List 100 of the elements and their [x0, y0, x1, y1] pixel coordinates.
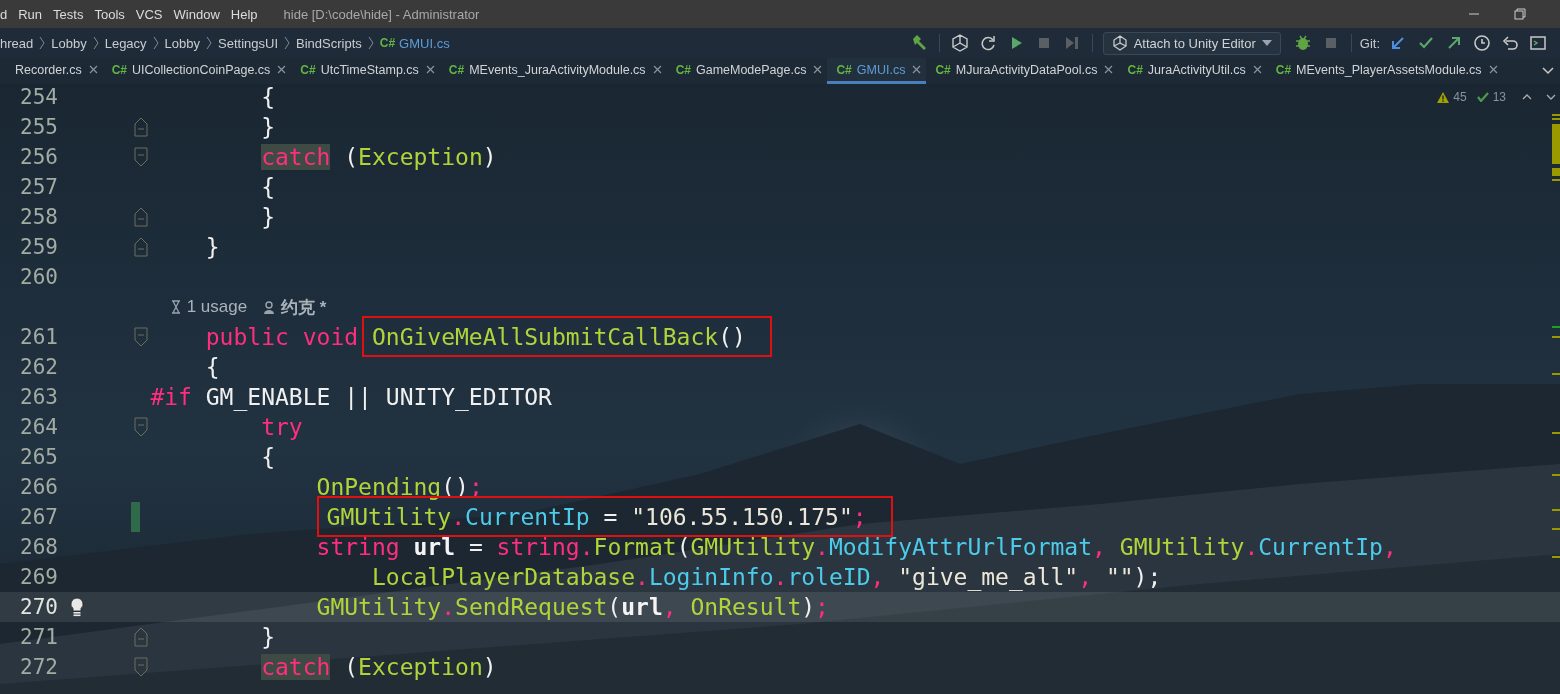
breadcrumb-item[interactable]: hread [0, 35, 40, 51]
warning-icon[interactable] [1437, 91, 1450, 103]
caret-icon [1261, 40, 1272, 46]
line-number: 261 [19, 325, 58, 349]
chevron-down-icon[interactable] [1542, 67, 1554, 75]
window-icon[interactable] [1529, 34, 1547, 52]
warning-count: 45 [1453, 90, 1467, 104]
close-icon[interactable] [277, 65, 287, 74]
code-line: { [261, 444, 275, 470]
file-tab[interactable]: C# MEvents_JuraActivityModule.cs [439, 58, 667, 84]
line-number: 266 [19, 475, 58, 499]
unity-icon[interactable] [950, 34, 969, 52]
breadcrumb-item[interactable]: BindScripts [290, 35, 368, 51]
chevron-icon [367, 36, 374, 50]
close-icon[interactable] [425, 65, 435, 74]
code-line: { [261, 84, 275, 110]
fold-icon[interactable] [134, 237, 148, 257]
line-number: 256 [19, 145, 58, 169]
code-line: } [261, 204, 275, 230]
chevron-up-icon[interactable] [1522, 94, 1532, 100]
checkmark-icon[interactable] [1476, 92, 1489, 102]
attach-dropdown[interactable]: Attach to Unity Editor [1102, 31, 1281, 55]
file-tab[interactable]: C# MJuraActivityDataPool.cs [926, 58, 1119, 84]
file-tab[interactable]: C# UICollectionCoinPage.cs [102, 58, 292, 84]
bug-icon[interactable] [1293, 34, 1312, 52]
line-number: 260 [19, 265, 58, 289]
file-tab[interactable]: C# MEvents_PlayerAssetsModule.cs [1266, 58, 1503, 84]
breadcrumb-item[interactable]: Legacy [98, 35, 153, 51]
fold-icon[interactable] [134, 327, 148, 347]
close-icon[interactable] [1104, 65, 1114, 74]
fold-icon[interactable] [134, 117, 148, 137]
clock-icon[interactable] [1473, 34, 1491, 52]
code-line: LocalPlayerDatabase.LoginInfo.roleID, "give_me_all", ""); [371, 564, 1162, 590]
menu-item[interactable]: d [0, 6, 14, 22]
chevron-icon [284, 36, 290, 50]
usage-hint[interactable]: 1 usage [186, 297, 248, 317]
line-number: 254 [19, 85, 58, 109]
fold-icon[interactable] [134, 657, 148, 677]
breadcrumb-item[interactable]: SettingsUI [212, 35, 284, 51]
fold-icon[interactable] [134, 147, 148, 167]
restore-icon[interactable] [1514, 8, 1526, 20]
menu-item[interactable]: Help [225, 6, 264, 22]
menu-item[interactable]: Window [168, 6, 226, 22]
chevron-down-icon[interactable] [1546, 94, 1556, 100]
menu-item[interactable]: Tools [89, 6, 131, 22]
code-line: catch (Exception) [261, 144, 497, 170]
passed-count: 13 [1492, 90, 1506, 104]
code-line: } [205, 234, 220, 260]
hourglass-icon [170, 300, 181, 314]
line-number: 268 [19, 535, 58, 559]
fold-icon[interactable] [134, 207, 148, 227]
code-line: } [261, 624, 275, 650]
chevron-icon [206, 36, 212, 50]
close-icon[interactable] [1252, 65, 1262, 74]
author-hint[interactable]: 约克 * [281, 295, 327, 319]
close-icon[interactable] [88, 65, 98, 74]
breadcrumb-item[interactable]: C# GMUI.cs [373, 35, 456, 51]
close-icon[interactable] [1488, 65, 1498, 74]
code-line: public void [205, 324, 360, 350]
arrow-down-left-icon[interactable] [1389, 34, 1407, 52]
breadcrumb-item[interactable]: Lobby [158, 35, 206, 51]
menu-item[interactable]: Tests [48, 6, 90, 22]
line-number: 264 [19, 415, 58, 439]
menu-item[interactable]: VCS [130, 6, 169, 22]
lightbulb-icon[interactable] [69, 597, 84, 617]
close-icon[interactable] [912, 65, 922, 74]
code-line: try [261, 414, 303, 440]
chevron-icon [39, 36, 46, 50]
code-line: { [261, 174, 275, 200]
breadcrumb-item[interactable]: Lobby [45, 35, 93, 51]
window-title: hide [D:\code\hide] - Administrator [283, 6, 480, 22]
file-tab[interactable]: C# JuraActivityUtil.cs [1118, 58, 1267, 84]
code-line: } [261, 114, 275, 140]
code-line: GMUtility.SendRequest(url, OnResult); [316, 594, 829, 620]
line-number: 258 [19, 205, 58, 229]
fold-icon[interactable] [134, 627, 148, 647]
person-icon [263, 300, 276, 314]
chevron-icon [92, 36, 99, 50]
line-number: 255 [19, 115, 58, 139]
file-tab[interactable]: C# GameModePage.cs [666, 58, 828, 84]
code-line: { [205, 354, 220, 380]
file-tab[interactable]: C# GMUI.cs [827, 58, 927, 84]
line-number: 263 [19, 385, 58, 409]
undo-icon[interactable] [1501, 34, 1519, 52]
line-number: 262 [19, 355, 58, 379]
line-number: 259 [19, 235, 58, 259]
close-icon[interactable] [813, 65, 823, 74]
annotated-code: OnGiveMeAllSubmitCallBack() [361, 316, 772, 357]
line-number: 269 [19, 565, 58, 589]
line-number: 271 [19, 625, 58, 649]
fold-icon[interactable] [134, 417, 148, 437]
code-line: #if GM_ENABLE || UNITY_EDITOR [150, 384, 552, 410]
line-number: 267 [19, 505, 58, 529]
line-number: 265 [19, 445, 58, 469]
file-tab[interactable]: Recorder.cs [0, 58, 103, 84]
line-number: 257 [19, 175, 58, 199]
git-label: Git: [1359, 35, 1380, 51]
file-tab[interactable]: C# UtcTimeStamp.cs [291, 58, 440, 84]
menu-item[interactable]: Run [13, 6, 49, 22]
close-icon[interactable] [652, 65, 662, 74]
